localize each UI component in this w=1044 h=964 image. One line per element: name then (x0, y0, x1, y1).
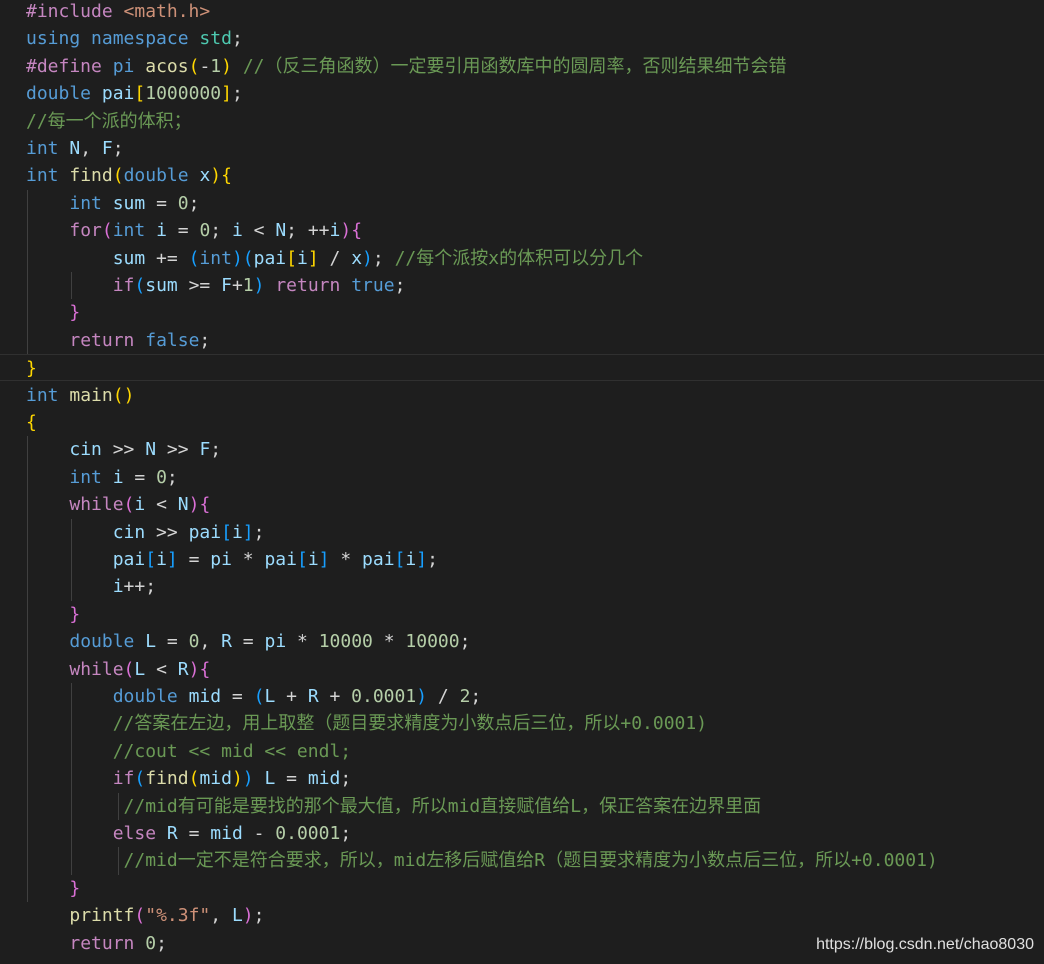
code-line-text: { (26, 412, 37, 433)
code-line[interactable]: //答案在左边，用上取整（题目要求精度为小数点后三位，所以+0.0001) (0, 710, 1044, 737)
code-line[interactable]: sum += (int)(pai[i] / x); //每个派按x的体积可以分几… (0, 245, 1044, 272)
code-line-text: while(L < R){ (69, 658, 211, 680)
code-editor[interactable]: #include <math.h> using namespace std; #de… (0, 0, 1044, 964)
code-line-text: if(find(mid)) L = mid; (112, 768, 352, 790)
code-line-text: //答案在左边，用上取整（题目要求精度为小数点后三位，所以+0.0001) (112, 713, 708, 735)
code-line[interactable]: } (0, 299, 1044, 326)
code-line-text: //每一个派的体积； (26, 110, 192, 132)
code-line-text: printf("%.3f", L); (69, 905, 265, 927)
code-line[interactable]: using namespace std; (0, 25, 1044, 52)
code-line-text: } (69, 877, 81, 899)
code-line-text: int find(double x){ (26, 165, 232, 187)
code-line[interactable]: i++; (0, 573, 1044, 600)
code-line-text: while(i < N){ (69, 494, 211, 516)
watermark: https://blog.csdn.net/chao8030 (816, 936, 1034, 953)
code-line[interactable]: //每一个派的体积； (0, 108, 1044, 135)
code-line-text: } (69, 302, 81, 324)
code-line[interactable]: double pai[1000000]; (0, 80, 1044, 107)
code-line[interactable]: while(L < R){ (0, 656, 1044, 683)
code-line[interactable]: if(sum >= F+1) return true; (0, 272, 1044, 299)
code-line-text: } (69, 603, 81, 625)
code-line[interactable]: else R = mid - 0.0001; (0, 820, 1044, 847)
code-line[interactable]: int main() (0, 382, 1044, 409)
code-line-text: double pai[1000000]; (26, 83, 243, 105)
code-line[interactable]: } (0, 354, 1044, 382)
code-line-text: } (26, 358, 37, 380)
code-line[interactable]: //mid有可能是要找的那个最大值，所以mid直接赋值给L，保正答案在边界里面 (0, 793, 1044, 820)
code-line-text: cin >> pai[i]; (112, 521, 265, 543)
code-line-text: int i = 0; (69, 466, 178, 488)
code-line[interactable]: double L = 0, R = pi * 10000 * 10000; (0, 628, 1044, 655)
code-line-text: int sum = 0; (69, 192, 200, 214)
code-line-text: double L = 0, R = pi * 10000 * 10000; (69, 631, 471, 653)
code-line[interactable]: printf("%.3f", L); (0, 902, 1044, 929)
code-line[interactable]: double mid = (L + R + 0.0001) / 2; (0, 683, 1044, 710)
code-line-text: using namespace std; (26, 28, 243, 50)
code-line-text: pai[i] = pi * pai[i] * pai[i]; (112, 549, 438, 570)
code-line-text: //cout << mid << endl; (112, 740, 352, 762)
code-line-text: int main() (26, 384, 135, 406)
code-line[interactable]: int sum = 0; (0, 190, 1044, 217)
code-line-text: int N, F; (26, 138, 124, 159)
code-line-text: if(sum >= F+1) return true; (112, 275, 406, 296)
code-line-text: return 0; (69, 932, 167, 954)
code-line[interactable]: pai[i] = pi * pai[i] * pai[i]; (0, 546, 1044, 573)
code-line[interactable]: { (0, 409, 1044, 436)
code-line-text: #include <math.h> (26, 1, 211, 22)
code-line[interactable]: } (0, 875, 1044, 902)
code-line-text: for(int i = 0; i < N; ++i){ (69, 220, 363, 242)
code-line-text: return false; (69, 329, 211, 351)
code-line-text: double mid = (L + R + 0.0001) / 2; (112, 686, 482, 707)
code-line-text: //mid一定不是符合要求，所以，mid左移后赋值给R（题目要求精度为小数点后三… (123, 850, 938, 872)
code-line[interactable]: if(find(mid)) L = mid; (0, 765, 1044, 792)
code-line[interactable]: int N, F; (0, 135, 1044, 162)
code-line-text: //mid有可能是要找的那个最大值，所以mid直接赋值给L，保正答案在边界里面 (123, 795, 762, 817)
code-line[interactable]: int i = 0; (0, 464, 1044, 491)
code-line[interactable]: cin >> pai[i]; (0, 519, 1044, 546)
code-line-text: #define pi acos(-1) //（反三角函数）一定要引用函数库中的圆… (26, 55, 787, 77)
code-line[interactable]: cin >> N >> F; (0, 436, 1044, 463)
code-line[interactable]: //cout << mid << endl; (0, 738, 1044, 765)
code-line[interactable]: while(i < N){ (0, 491, 1044, 518)
code-line[interactable]: return false; (0, 327, 1044, 354)
code-line[interactable]: //mid一定不是符合要求，所以，mid左移后赋值给R（题目要求精度为小数点后三… (0, 847, 1044, 874)
code-line[interactable]: } (0, 601, 1044, 628)
code-line[interactable]: #define pi acos(-1) //（反三角函数）一定要引用函数库中的圆… (0, 53, 1044, 80)
code-line-text: else R = mid - 0.0001; (112, 823, 352, 844)
code-line[interactable]: int find(double x){ (0, 162, 1044, 189)
code-line[interactable]: for(int i = 0; i < N; ++i){ (0, 217, 1044, 244)
code-line-text: i++; (112, 576, 157, 598)
code-line[interactable]: #include <math.h> (0, 0, 1044, 25)
code-line-text: cin >> N >> F; (69, 439, 222, 461)
code-line-text: sum += (int)(pai[i] / x); //每个派按x的体积可以分几… (112, 247, 644, 269)
